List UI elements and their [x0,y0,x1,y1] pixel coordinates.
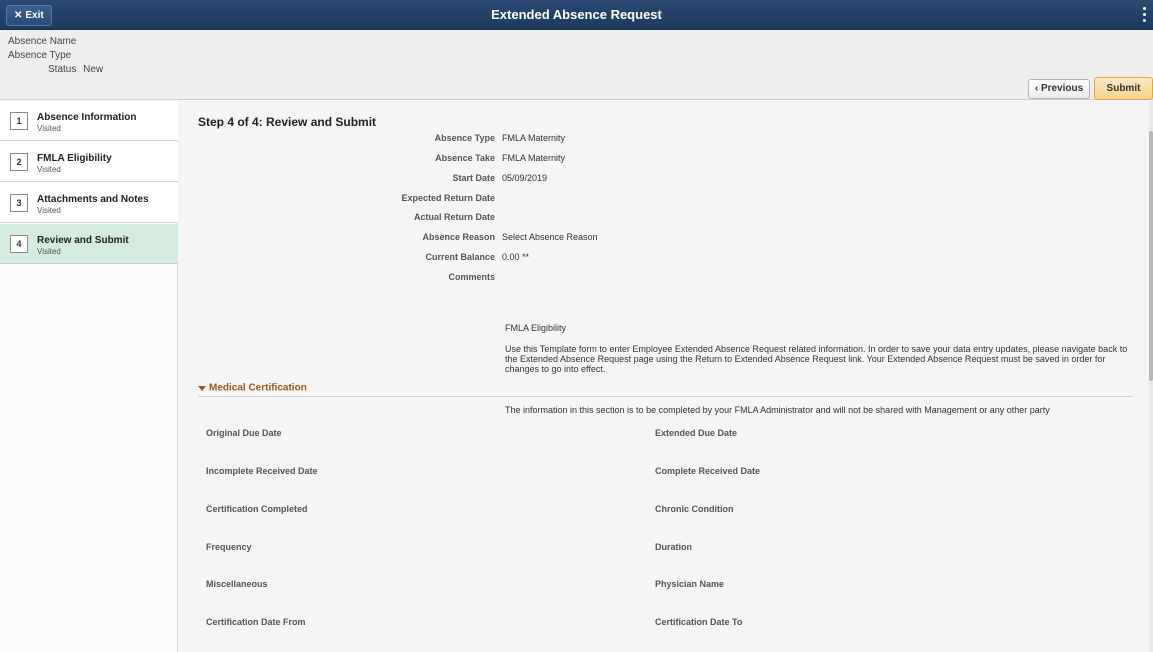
field-label: Comments [448,272,495,282]
section-notice: The information in this section is to be… [505,405,1050,415]
exit-label: Exit [25,10,44,21]
fmla-instructions: Use this Template form to enter Employee… [505,344,1128,374]
page-title: Extended Absence Request [491,7,662,22]
field-value: 0.00 ** [502,252,530,262]
grid-label: Frequency [206,542,252,552]
submit-button[interactable]: Submit [1094,77,1153,100]
step-number: 4 [10,235,28,253]
grid-label: Complete Received Date [655,466,761,476]
step-label: Review and Submit [37,235,129,246]
step-item-attachments-and-notes[interactable]: 3 Attachments and Notes Visited [0,183,178,223]
step-label: Attachments and Notes [37,194,149,205]
absence-name-label: Absence Name [8,36,77,47]
field-label: Actual Return Date [413,212,495,222]
field-label: Absence Take [435,153,495,163]
status-row: Status New [48,64,103,75]
scrollbar-thumb[interactable] [1149,131,1153,381]
main-content: Step 4 of 4: Review and Submit Absence T… [179,101,1153,652]
step-label: Absence Information [37,112,137,123]
field-label: Current Balance [425,252,495,262]
status-value: New [83,64,104,75]
step-number: 2 [10,153,28,171]
chevron-left-icon: ‹ [1034,83,1039,94]
field-label: Expected Return Date [401,193,495,203]
field-value: FMLA Maternity [502,153,566,163]
grid-label: Certification Completed [206,504,308,514]
step-status: Visited [37,206,61,215]
step-status: Visited [37,124,61,133]
field-label: Absence Type [434,133,495,143]
field-value: FMLA Maternity [502,133,566,143]
top-banner: ✕ Exit Extended Absence Request [0,0,1153,30]
step-item-absence-information[interactable]: 1 Absence Information Visited [0,101,178,141]
close-icon: ✕ [14,10,23,21]
grid-label: Duration [655,542,692,552]
medical-certification-section-header[interactable]: Medical Certification [198,382,1133,397]
fmla-eligibility-title: FMLA Eligibility [505,323,567,333]
grid-label: Extended Due Date [655,428,738,438]
previous-label: Previous [1040,83,1084,94]
step-title: Step 4 of 4: Review and Submit [198,115,377,129]
field-label: Absence Reason [422,232,495,242]
scrollbar[interactable] [1149,101,1153,652]
step-status: Visited [37,247,61,256]
grid-label: Miscellaneous [206,579,268,589]
grid-label: Original Due Date [206,428,282,438]
grid-label: Certification Date To [655,617,743,627]
field-value: 05/09/2019 [502,173,548,183]
field-label: Start Date [452,173,495,183]
step-status: Visited [37,165,61,174]
exit-button[interactable]: ✕ Exit [6,5,52,26]
step-label: FMLA Eligibility [37,153,112,164]
caret-down-icon [198,385,206,391]
previous-button[interactable]: ‹ Previous [1028,79,1090,99]
grid-label: Certification Date From [206,617,306,627]
request-header: Absence Name Absence Type Status New [0,30,1153,100]
more-vertical-icon[interactable] [1141,7,1147,23]
grid-label: Chronic Condition [655,504,734,514]
step-number: 3 [10,194,28,212]
grid-label: Incomplete Received Date [206,466,318,476]
step-item-fmla-eligibility[interactable]: 2 FMLA Eligibility Visited [0,142,178,182]
status-label: Status [48,64,77,75]
absence-type-label: Absence Type [8,50,72,61]
grid-label: Physician Name [655,579,725,589]
step-navigation: 1 Absence Information Visited 2 FMLA Eli… [0,101,178,652]
field-value: Select Absence Reason [502,232,598,242]
step-item-review-and-submit[interactable]: 4 Review and Submit Visited [0,224,178,264]
section-title: Medical Certification [209,382,307,394]
step-number: 1 [10,112,28,130]
